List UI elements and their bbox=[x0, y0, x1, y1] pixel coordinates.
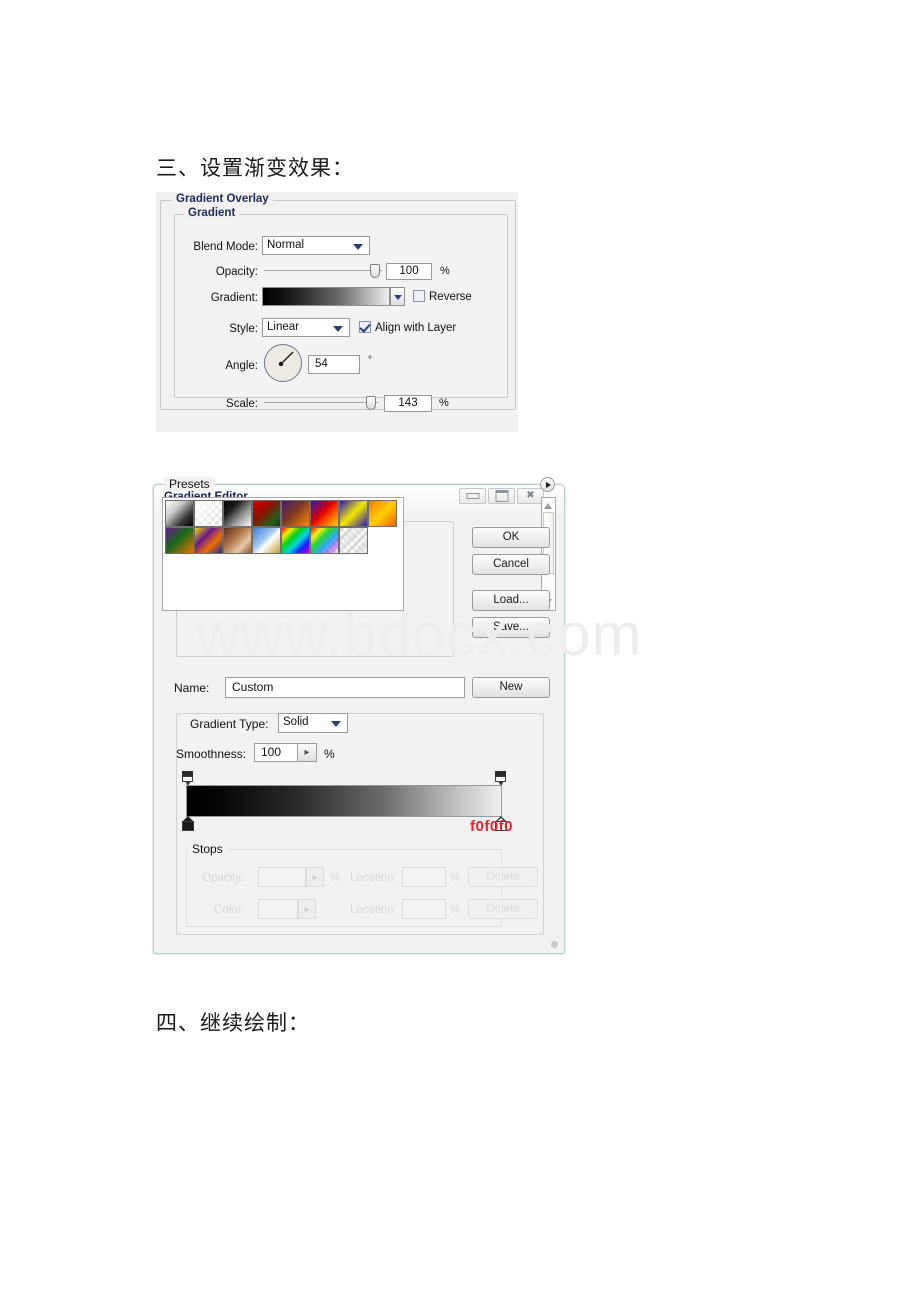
gradient-editor-dialog: Gradient Editor ✖ Presets OK Cancel bbox=[153, 477, 565, 954]
blend-mode-value: Normal bbox=[267, 239, 305, 251]
gradient-edit-bar[interactable] bbox=[186, 785, 502, 817]
maximize-icon[interactable] bbox=[488, 488, 515, 504]
section-heading-four: 四、继续绘制： bbox=[156, 1011, 310, 1035]
blend-mode-select[interactable]: Normal bbox=[262, 236, 370, 255]
preset-swatch-transparent-stripes[interactable] bbox=[339, 527, 368, 554]
angle-label: Angle: bbox=[225, 360, 258, 372]
color-stop-left-body bbox=[182, 821, 194, 831]
opacity-input[interactable]: 100 bbox=[386, 263, 432, 280]
gradient-overlay-group-title: Gradient Overlay bbox=[172, 193, 273, 205]
color-stop-left[interactable] bbox=[182, 816, 194, 831]
stop-color-location-unit: % bbox=[450, 904, 461, 916]
stop-opacity-location-unit: % bbox=[450, 872, 461, 884]
gradient-label: Gradient: bbox=[210, 292, 258, 304]
opacity-slider-track bbox=[264, 270, 382, 271]
preset-swatch-violet-orange[interactable] bbox=[281, 500, 310, 527]
load-button[interactable]: Load... bbox=[472, 590, 550, 611]
smoothness-input[interactable]: 100 bbox=[254, 743, 298, 762]
scale-slider[interactable] bbox=[264, 396, 378, 410]
stop-opacity-delete-button: Delete bbox=[468, 867, 538, 887]
scale-input[interactable]: 143 bbox=[384, 395, 432, 412]
stop-opacity-location-input bbox=[402, 867, 446, 887]
chevron-down-icon bbox=[331, 721, 341, 727]
stop-opacity-unit: % bbox=[330, 872, 341, 884]
opacity-stop-left[interactable] bbox=[182, 771, 193, 786]
cancel-button[interactable]: Cancel bbox=[472, 554, 550, 575]
name-label: Name: bbox=[174, 681, 210, 695]
stops-label: Stops bbox=[188, 842, 227, 856]
preset-menu-arrow-icon[interactable] bbox=[540, 477, 555, 492]
stop-color-swatch bbox=[258, 899, 298, 919]
presets-list[interactable] bbox=[162, 497, 404, 611]
stop-color-label: Color: bbox=[214, 904, 245, 916]
style-label: Style: bbox=[229, 323, 258, 335]
angle-dial[interactable] bbox=[264, 344, 302, 382]
opacity-slider[interactable] bbox=[264, 264, 382, 278]
preset-swatch-orange-yellow-orange[interactable] bbox=[368, 500, 397, 527]
style-value: Linear bbox=[267, 321, 299, 333]
stop-color-delete-button: Delete bbox=[468, 899, 538, 919]
presets-label: Presets bbox=[164, 477, 215, 491]
stop-color-stepper: ▸ bbox=[298, 899, 316, 919]
reverse-label: Reverse bbox=[429, 291, 472, 303]
smoothness-unit: % bbox=[324, 747, 335, 761]
preset-swatch-black-white[interactable] bbox=[223, 500, 252, 527]
close-icon[interactable]: ✖ bbox=[517, 488, 544, 504]
minimize-icon[interactable] bbox=[459, 488, 486, 504]
chevron-down-icon bbox=[394, 295, 402, 300]
chevron-down-icon bbox=[333, 326, 343, 332]
gradient-type-label: Gradient Type: bbox=[190, 717, 269, 731]
preset-swatch-blue-yellow-blue[interactable] bbox=[339, 500, 368, 527]
stop-color-location-input bbox=[402, 899, 446, 919]
align-with-layer-label: Align with Layer bbox=[375, 322, 457, 334]
chevron-down-icon bbox=[353, 244, 363, 250]
angle-unit: ° bbox=[368, 355, 372, 366]
section-heading-three: 三、设置渐变效果： bbox=[156, 156, 354, 180]
preset-swatch-spectrum[interactable] bbox=[281, 527, 310, 554]
scroll-up-arrow-icon[interactable] bbox=[543, 500, 554, 511]
gradient-preview-swatch[interactable] bbox=[262, 287, 390, 306]
new-button[interactable]: New bbox=[472, 677, 550, 698]
scale-unit: % bbox=[439, 397, 449, 409]
preset-swatch-copper[interactable] bbox=[223, 527, 252, 554]
preset-swatch-red-green[interactable] bbox=[252, 500, 281, 527]
reverse-checkbox[interactable] bbox=[413, 290, 425, 302]
name-input[interactable]: Custom bbox=[225, 677, 465, 698]
gradient-type-value: Solid bbox=[283, 716, 309, 728]
opacity-unit: % bbox=[440, 265, 450, 277]
stop-opacity-stepper: ▸ bbox=[306, 867, 324, 887]
align-with-layer-checkbox[interactable] bbox=[359, 321, 371, 333]
preset-swatch-violet-green-orange[interactable] bbox=[165, 527, 194, 554]
scale-slider-track bbox=[264, 402, 378, 403]
save-button[interactable]: Save... bbox=[472, 617, 550, 638]
scale-label: Scale: bbox=[226, 398, 258, 410]
smoothness-stepper[interactable]: ▸ bbox=[298, 743, 317, 762]
ok-button[interactable]: OK bbox=[472, 527, 550, 548]
angle-input[interactable]: 54 bbox=[308, 355, 360, 374]
opacity-slider-thumb[interactable] bbox=[370, 264, 380, 278]
gradient-subgroup-title: Gradient bbox=[184, 207, 240, 219]
scale-slider-thumb[interactable] bbox=[366, 396, 376, 410]
preset-swatch-transparent-rainbow[interactable] bbox=[310, 527, 339, 554]
style-select[interactable]: Linear bbox=[262, 318, 350, 337]
preset-swatch-yellow-violet-orange-blue[interactable] bbox=[194, 527, 223, 554]
preset-swatch-chrome[interactable] bbox=[252, 527, 281, 554]
stop-opacity-location-label: Location: bbox=[350, 872, 397, 884]
preset-swatch-foreground-to-background[interactable] bbox=[165, 500, 194, 527]
opacity-label: Opacity: bbox=[215, 266, 258, 278]
preset-swatch-foreground-to-transparent[interactable] bbox=[194, 500, 223, 527]
gradient-dropdown-button[interactable] bbox=[390, 287, 405, 306]
smoothness-label: Smoothness: bbox=[176, 747, 247, 761]
resize-grip-icon[interactable] bbox=[551, 941, 558, 948]
blend-mode-label: Blend Mode: bbox=[193, 241, 258, 253]
stop-opacity-input bbox=[258, 867, 306, 887]
preset-swatch-blue-red-yellow[interactable] bbox=[310, 500, 339, 527]
stop-opacity-label: Opacity: bbox=[202, 872, 245, 884]
opacity-stop-right[interactable] bbox=[495, 771, 506, 786]
hex-color-annotation: f0f0f0 bbox=[470, 818, 514, 835]
gradient-type-select[interactable]: Solid bbox=[278, 713, 348, 733]
gradient-overlay-panel: Gradient Overlay Gradient Blend Mode: No… bbox=[156, 192, 518, 432]
stop-color-location-label: Location: bbox=[350, 904, 397, 916]
